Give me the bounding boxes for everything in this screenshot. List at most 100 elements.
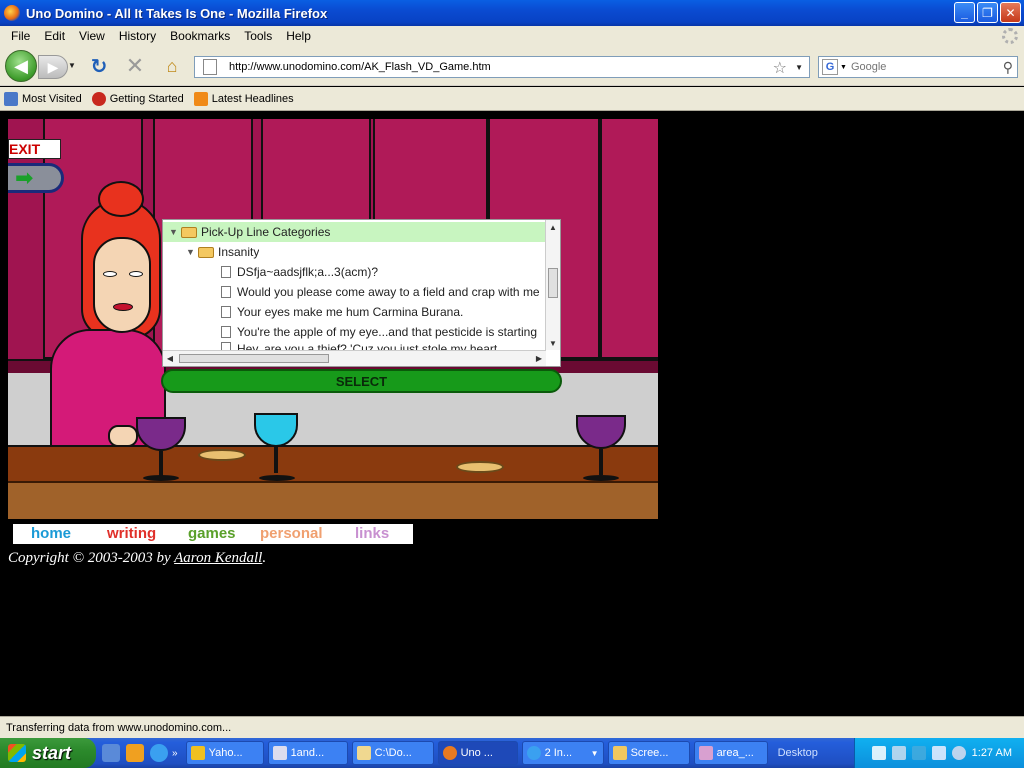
tree-root[interactable]: ▼ Pick-Up Line Categories: [163, 222, 545, 242]
back-button[interactable]: ◀: [5, 50, 37, 82]
wine-glass-foot: [143, 475, 179, 481]
folder-open-icon: [198, 246, 214, 258]
page-icon: [203, 59, 217, 75]
tree-item-label: You're the apple of my eye...and that pe…: [237, 325, 538, 339]
tree-item[interactable]: Would you please come away to a field an…: [163, 282, 545, 302]
task-screenshots[interactable]: Scree...: [607, 741, 690, 765]
stop-icon[interactable]: ✕: [124, 53, 146, 78]
scroll-right-icon[interactable]: ▶: [532, 351, 546, 365]
home-icon[interactable]: ⌂: [160, 55, 184, 77]
engine-dropdown-icon[interactable]: ▼: [840, 64, 847, 71]
scroll-up-icon[interactable]: ▲: [546, 220, 560, 234]
document-icon: [221, 342, 231, 350]
nav-games-link[interactable]: games: [188, 524, 236, 544]
wine-glass-stem: [159, 451, 163, 477]
taskbar: start » Yaho... 1and... C:\Do... Uno ...…: [0, 738, 1024, 768]
quicklaunch-messenger-icon[interactable]: [126, 744, 144, 762]
menu-file[interactable]: File: [4, 29, 37, 43]
task-1and[interactable]: 1and...: [267, 741, 348, 765]
martini-glass-foot: [259, 475, 295, 481]
task-label: 2 In...: [544, 747, 573, 759]
document-task-icon: [272, 746, 287, 760]
expand-triangle-icon[interactable]: ▼: [186, 247, 198, 257]
menu-view[interactable]: View: [72, 29, 112, 43]
scroll-down-icon[interactable]: ▼: [546, 336, 560, 350]
bar-counter-front: [8, 481, 658, 519]
reload-icon[interactable]: ↻: [88, 55, 110, 78]
search-input[interactable]: [850, 61, 991, 73]
select-button[interactable]: SELECT: [161, 369, 562, 393]
desktop-toolbar-label[interactable]: Desktop: [778, 747, 818, 759]
close-button[interactable]: ✕: [1000, 2, 1021, 23]
nav-personal-link[interactable]: personal: [260, 524, 323, 544]
bookmark-latest-headlines[interactable]: Latest Headlines: [193, 91, 294, 106]
woman-eye: [103, 271, 117, 277]
flash-game[interactable]: EXIT ➡ ▼ Pick-Up Line Categories ▼ Insan…: [8, 119, 658, 519]
scroll-left-icon[interactable]: ◀: [163, 351, 177, 365]
chevron-left-icon[interactable]: [911, 746, 926, 760]
notepad-task-icon: [356, 746, 371, 760]
task-documents[interactable]: C:\Do...: [351, 741, 434, 765]
menu-help[interactable]: Help: [279, 29, 318, 43]
menu-bookmarks[interactable]: Bookmarks: [163, 29, 237, 43]
menu-history[interactable]: History: [112, 29, 163, 43]
firefox-task-icon: [442, 746, 457, 760]
tree-category[interactable]: ▼ Insanity: [163, 242, 259, 262]
url-input[interactable]: [229, 61, 769, 73]
volume-tray-icon[interactable]: [951, 746, 966, 760]
help-tray-icon[interactable]: [871, 746, 886, 760]
minimize-button[interactable]: _: [954, 2, 975, 23]
search-icon[interactable]: ⚲: [1003, 59, 1013, 76]
network-tray-icon[interactable]: [931, 746, 946, 760]
status-bar: Transferring data from www.unodomino.com…: [0, 716, 1024, 738]
nav-links-link[interactable]: links: [355, 524, 389, 544]
bookmark-most-visited[interactable]: Most Visited: [4, 91, 82, 106]
display-tray-icon[interactable]: [891, 746, 906, 760]
site-navigation: home writing games personal links: [13, 524, 413, 544]
vertical-scrollbar[interactable]: ▲ ▼: [545, 220, 560, 350]
woman-lips: [113, 303, 133, 311]
url-dropdown-icon[interactable]: ▼: [795, 63, 803, 72]
task-internet-explorer[interactable]: 2 In... ▼: [521, 741, 604, 765]
clock[interactable]: 1:27 AM: [972, 747, 1012, 759]
scroll-thumb[interactable]: [179, 354, 329, 363]
horizontal-scrollbar[interactable]: ◀ ▶: [163, 350, 546, 366]
image-task-icon: [698, 746, 713, 760]
coaster: [456, 461, 504, 473]
throbber-icon: [1002, 28, 1018, 44]
nav-writing-link[interactable]: writing: [107, 524, 156, 544]
tree-item[interactable]: You're the apple of my eye...and that pe…: [163, 322, 545, 342]
task-label: Scree...: [630, 747, 669, 759]
task-yahoo[interactable]: Yaho...: [185, 741, 264, 765]
task-label: Yaho...: [208, 747, 243, 759]
task-uno-domino[interactable]: Uno ...: [437, 741, 518, 765]
bookmark-star-icon[interactable]: ☆: [773, 58, 787, 78]
nav-home-link[interactable]: home: [31, 524, 71, 544]
group-dropdown-icon[interactable]: ▼: [591, 749, 599, 758]
forward-button[interactable]: ▶: [38, 55, 68, 79]
scroll-thumb[interactable]: [548, 268, 558, 298]
quicklaunch-show-desktop-icon[interactable]: [102, 744, 120, 762]
author-link[interactable]: Aaron Kendall: [174, 550, 262, 566]
woman-hands: [108, 425, 138, 447]
expand-triangle-icon[interactable]: ▼: [169, 227, 181, 237]
menu-tools[interactable]: Tools: [237, 29, 279, 43]
google-engine-icon[interactable]: G: [822, 59, 838, 75]
document-icon: [221, 326, 231, 338]
most-visited-icon: [4, 91, 18, 106]
exit-arrow-button[interactable]: ➡: [8, 163, 64, 193]
task-area[interactable]: area_...: [693, 741, 768, 765]
start-button[interactable]: start: [0, 738, 96, 768]
tree-item-label: DSfja~aadsjflk;a...3(acm)?: [237, 265, 379, 279]
maximize-button[interactable]: ❐: [977, 2, 998, 23]
quicklaunch-ie-icon[interactable]: [150, 744, 168, 762]
quicklaunch-more-icon[interactable]: »: [172, 748, 178, 759]
menu-edit[interactable]: Edit: [37, 29, 72, 43]
history-dropdown-icon[interactable]: ▼: [68, 61, 76, 70]
tree-item[interactable]: DSfja~aadsjflk;a...3(acm)?: [163, 262, 545, 282]
copyright-notice: Copyright © 2003-2003 by Aaron Kendall.: [8, 550, 266, 567]
wall-panel: [600, 119, 658, 359]
tree-item[interactable]: Your eyes make me hum Carmina Burana.: [163, 302, 545, 322]
tree-item[interactable]: Hey, are you a thief? 'Cuz you just stol…: [163, 342, 545, 350]
bookmark-getting-started[interactable]: Getting Started: [91, 91, 184, 106]
